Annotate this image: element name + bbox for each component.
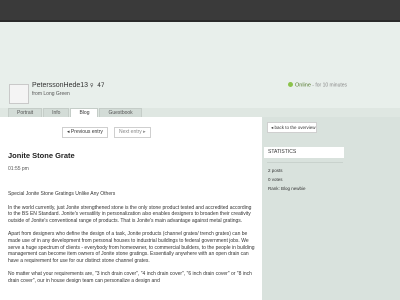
statistics-list: 2 posts 0 votes Rank: Blog newbie	[268, 166, 306, 193]
back-to-overview-button[interactable]: ◂ back to the overview	[267, 122, 317, 133]
tab-blog[interactable]: Blog	[70, 108, 99, 117]
post-paragraph: Special Jonite Stone Gratings Unlike Any…	[8, 191, 116, 197]
online-status: Online - for 10 minutes	[288, 82, 347, 89]
post-paragraph: In the world currently, just Jonite stre…	[8, 204, 252, 224]
profile-location: from Long Green	[32, 91, 70, 97]
stat-posts: 2 posts	[268, 168, 283, 173]
stat-votes: 0 votes	[268, 177, 283, 182]
top-bar	[0, 0, 400, 22]
profile-tabs: Portrait Info Blog Guestbook	[8, 108, 142, 117]
post-paragraph: Apart from designers who define the desi…	[8, 231, 255, 264]
online-label: Online	[295, 82, 311, 89]
tab-guestbook[interactable]: Guestbook	[99, 108, 142, 117]
statistics-heading: STATISTICS	[264, 147, 344, 158]
statistics-divider	[267, 162, 343, 163]
post-time: 01:55 pm	[8, 166, 29, 172]
username-text[interactable]: PeterssonHede13	[32, 82, 88, 89]
previous-entry-button[interactable]: ◂ Previous entry	[62, 127, 108, 138]
profile-username[interactable]: PeterssonHede13 ♀ 47	[32, 82, 105, 89]
age-gender: ♀ 47	[90, 82, 105, 89]
tab-info[interactable]: Info	[43, 108, 70, 117]
stat-rank: Rank: Blog newbie	[268, 186, 306, 191]
next-entry-button[interactable]: Next entry ▸	[114, 127, 151, 138]
blog-sidebar	[262, 117, 400, 300]
online-dot-icon	[288, 82, 293, 87]
avatar[interactable]	[9, 84, 29, 104]
post-content: Special Jonite Stone Gratings Unlike Any…	[8, 191, 256, 292]
online-since: - for 10 minutes	[310, 82, 348, 89]
tab-portrait[interactable]: Portrait	[8, 108, 43, 117]
post-title: Jonite Stone Grate	[8, 151, 75, 160]
post-paragraph: No matter what your requirements are, "3…	[8, 271, 252, 284]
